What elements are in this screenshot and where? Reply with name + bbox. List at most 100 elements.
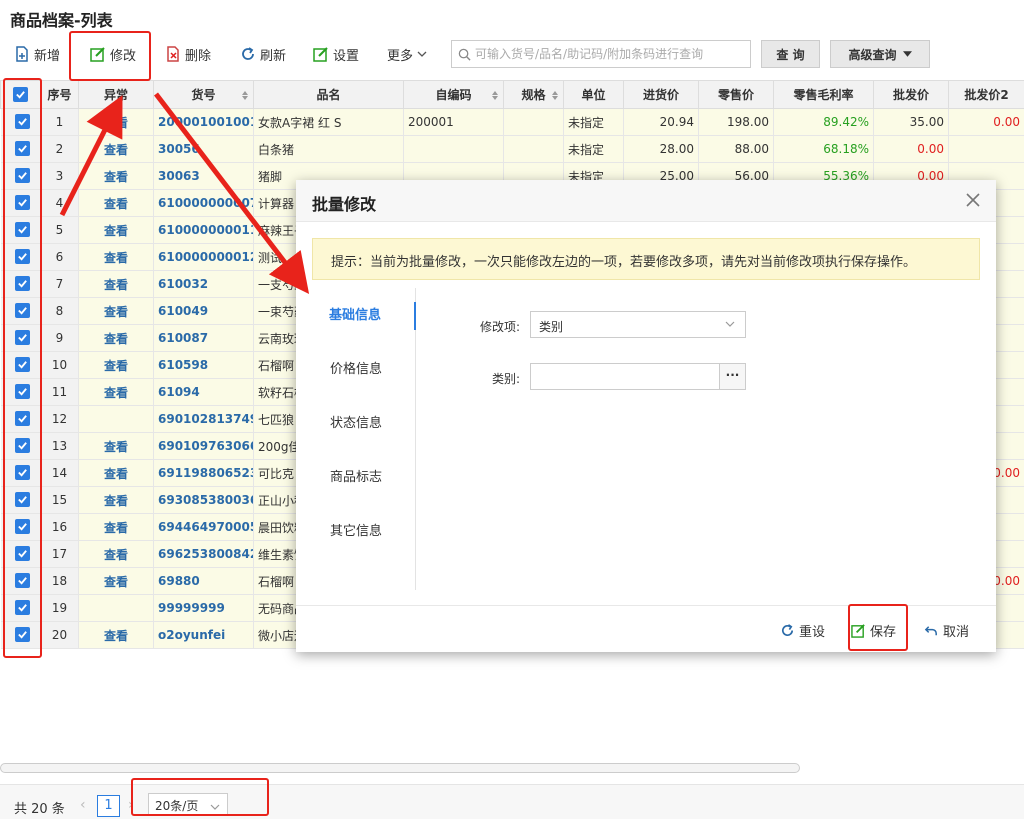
delete-button[interactable]: 删除 [165, 40, 211, 68]
cell-view[interactable]: 查看 [78, 621, 154, 649]
col-header[interactable]: 批发价 [873, 80, 949, 109]
cell-view[interactable]: 查看 [78, 459, 154, 487]
cell-view[interactable]: 查看 [78, 486, 154, 514]
query-button[interactable]: 查 询 [761, 40, 820, 68]
cell-view[interactable]: 查看 [78, 378, 154, 406]
col-header[interactable]: 零售价 [698, 80, 774, 109]
cell-view[interactable] [78, 594, 154, 622]
row-seq: 5 [40, 216, 79, 244]
settings-button[interactable]: 设置 [313, 40, 359, 68]
cell-view[interactable]: 查看 [78, 243, 154, 271]
row-seq: 6 [40, 243, 79, 271]
cell-code: o2oyunfei [153, 621, 254, 649]
category-input[interactable] [531, 364, 719, 389]
cell-code: 61094 [153, 378, 254, 406]
cell-code: 6100000000124 [153, 243, 254, 271]
cell-view[interactable]: 查看 [78, 513, 154, 541]
col-header[interactable]: 进货价 [623, 80, 699, 109]
page-number[interactable]: 1 [97, 795, 120, 817]
tip-banner: 提示：当前为批量修改，一次只能修改左边的一项，若要修改多项，请先对当前修改项执行… [312, 238, 980, 280]
cell-view[interactable]: 查看 [78, 108, 154, 136]
tab-status-info[interactable]: 状态信息 [296, 410, 416, 438]
col-header[interactable]: 货号 [153, 80, 254, 109]
cell-view[interactable]: 查看 [78, 162, 154, 190]
cell-view[interactable]: 查看 [78, 567, 154, 595]
sort-icon [492, 91, 498, 100]
cell-name: 女款A字裙 红 S [253, 108, 404, 136]
cell-view[interactable]: 查看 [78, 297, 154, 325]
cell-code: 6930853800363 [153, 486, 254, 514]
batch-edit-dialog: 批量修改 提示：当前为批量修改，一次只能修改左边的一项，若要修改多项，请先对当前… [296, 180, 996, 652]
highlight-save-button [848, 604, 908, 651]
cell-code: 30063 [153, 162, 254, 190]
cancel-label: 取消 [943, 624, 970, 640]
cell-view[interactable] [78, 405, 154, 433]
cell-view[interactable]: 查看 [78, 351, 154, 379]
cell-view[interactable]: 查看 [78, 135, 154, 163]
category-picker-button[interactable]: ··· [719, 364, 745, 389]
horizontal-scrollbar[interactable] [0, 760, 1024, 776]
settings-label: 设置 [333, 48, 360, 64]
row-seq: 15 [40, 486, 79, 514]
table-row[interactable]: 2 查看 30056 白条猪 未指定 28.00 88.00 68.18% 0.00 [0, 135, 1024, 163]
row-seq: 10 [40, 351, 79, 379]
settings-edit-icon [313, 47, 328, 62]
chevron-down-icon [417, 51, 427, 57]
row-seq: 19 [40, 594, 79, 622]
cell-unit: 未指定 [563, 108, 624, 136]
cell-view[interactable]: 查看 [78, 270, 154, 298]
search-input[interactable] [475, 47, 745, 61]
table-row[interactable]: 1查看2000010010011女款A字裙 红 S200001 未指定20.941… [0, 108, 1024, 136]
cell-view[interactable]: 查看 [78, 540, 154, 568]
field-label: 修改项: [479, 320, 520, 334]
row-seq: 11 [40, 378, 79, 406]
advanced-query-button[interactable]: 高级查询 [830, 40, 930, 68]
col-header[interactable]: 异常 [78, 80, 154, 109]
cell-self-code [403, 135, 504, 163]
tab-basic-info[interactable]: 基础信息 [296, 302, 416, 330]
cell-margin: 89.42% [773, 108, 874, 136]
col-header[interactable]: 规格 [503, 80, 564, 109]
cell-view[interactable]: 查看 [78, 324, 154, 352]
row-seq: 4 [40, 189, 79, 217]
add-button[interactable]: 新增 [14, 40, 60, 68]
tab-product-flags[interactable]: 商品标志 [296, 464, 416, 492]
cell-code: 6901028137492 [153, 405, 254, 433]
row-seq: 20 [40, 621, 79, 649]
cell-code: 6944649700058 [153, 513, 254, 541]
cell-view[interactable]: 查看 [78, 216, 154, 244]
more-dropdown[interactable]: 更多 [387, 40, 427, 68]
chevron-down-icon [725, 321, 735, 327]
col-header[interactable]: 品名 [253, 80, 404, 109]
cell-code: 30056 [153, 135, 254, 163]
reset-label: 重设 [799, 624, 826, 640]
row-seq: 18 [40, 567, 79, 595]
col-header[interactable]: 单位 [563, 80, 624, 109]
cell-code: 691198806523 [153, 459, 254, 487]
prev-page-icon[interactable]: ‹ [80, 797, 86, 813]
row-seq: 16 [40, 513, 79, 541]
reset-button[interactable]: 重设 [780, 618, 825, 642]
col-header[interactable]: 零售毛利率 [773, 80, 874, 109]
search-field[interactable] [451, 40, 751, 68]
col-header[interactable]: 批发价2 [948, 80, 1024, 109]
scrollbar-thumb[interactable] [0, 763, 800, 773]
tab-other-info[interactable]: 其它信息 [296, 518, 416, 546]
field-select[interactable]: 类别 [530, 311, 746, 338]
highlight-checkbox-column [3, 78, 42, 658]
cell-view[interactable]: 查看 [78, 189, 154, 217]
row-seq: 8 [40, 297, 79, 325]
col-header[interactable]: 自编码 [403, 80, 504, 109]
refresh-button[interactable]: 刷新 [240, 40, 286, 68]
tab-price-info[interactable]: 价格信息 [296, 356, 416, 384]
cell-retail: 88.00 [698, 135, 774, 163]
row-seq: 14 [40, 459, 79, 487]
row-seq: 9 [40, 324, 79, 352]
cancel-button[interactable]: 取消 [924, 618, 969, 642]
close-icon[interactable] [964, 191, 982, 209]
advanced-query-label: 高级查询 [848, 47, 897, 62]
cell-wholesale: 0.00 [873, 135, 949, 163]
cell-code: 610087 [153, 324, 254, 352]
cell-view[interactable]: 查看 [78, 432, 154, 460]
toolbar: 新增 修改 删除 刷新 设置 更多 查 询 高级查询 [0, 36, 1024, 72]
